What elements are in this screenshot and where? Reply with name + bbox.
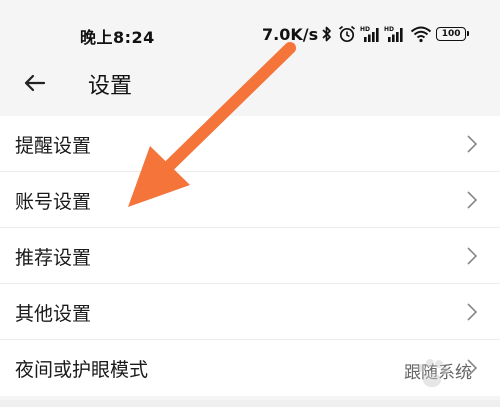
alarm-icon (339, 25, 356, 43)
chevron-right-icon (467, 303, 478, 321)
battery-icon: 100 (436, 27, 470, 41)
battery-level: 100 (441, 28, 461, 39)
chevron-right-icon (467, 135, 478, 153)
settings-item-value: 跟随系统 (404, 363, 472, 383)
wifi-icon (410, 26, 432, 43)
settings-screen: 晚上8:24 7.0K/s HD HD 100 设置 提醒设置 账号设置 推荐设… (0, 0, 500, 407)
signal-hd-icon: HD (384, 26, 403, 42)
arrow-left-icon[interactable] (22, 70, 48, 96)
svg-text:HD: HD (360, 26, 370, 33)
settings-item-label: 账号设置 (15, 191, 92, 213)
chevron-right-icon (467, 191, 478, 209)
settings-item-reminder[interactable]: 提醒设置 (0, 116, 500, 172)
network-speed: 7.0K/s (262, 24, 319, 44)
status-time: 晚上8:24 (80, 28, 155, 47)
chevron-right-icon (467, 247, 478, 265)
settings-item-other[interactable]: 其他设置 (0, 284, 500, 340)
settings-item-label: 其他设置 (15, 303, 92, 325)
settings-item-recommend[interactable]: 推荐设置 (0, 228, 500, 284)
chevron-right-icon (467, 359, 478, 377)
bluetooth-icon (322, 26, 331, 42)
status-indicators: 7.0K/s HD HD 100 (262, 22, 470, 46)
settings-item-night-mode[interactable]: 夜间或护眼模式 跟随系统 (0, 340, 500, 396)
settings-item-label: 推荐设置 (15, 247, 92, 269)
title-bar: 设置 (0, 60, 500, 112)
bottom-divider (0, 400, 500, 407)
status-bar: 晚上8:24 7.0K/s HD HD 100 (0, 0, 500, 60)
settings-item-label: 夜间或护眼模式 (15, 359, 149, 381)
page-title: 设置 (88, 74, 133, 99)
settings-item-label: 提醒设置 (15, 135, 92, 157)
settings-list: 提醒设置 账号设置 推荐设置 其他设置 夜间或护眼模式 跟随系统 (0, 116, 500, 396)
settings-item-account[interactable]: 账号设置 (0, 172, 500, 228)
svg-text:HD: HD (384, 26, 394, 33)
signal-hd-icon: HD (360, 26, 379, 42)
